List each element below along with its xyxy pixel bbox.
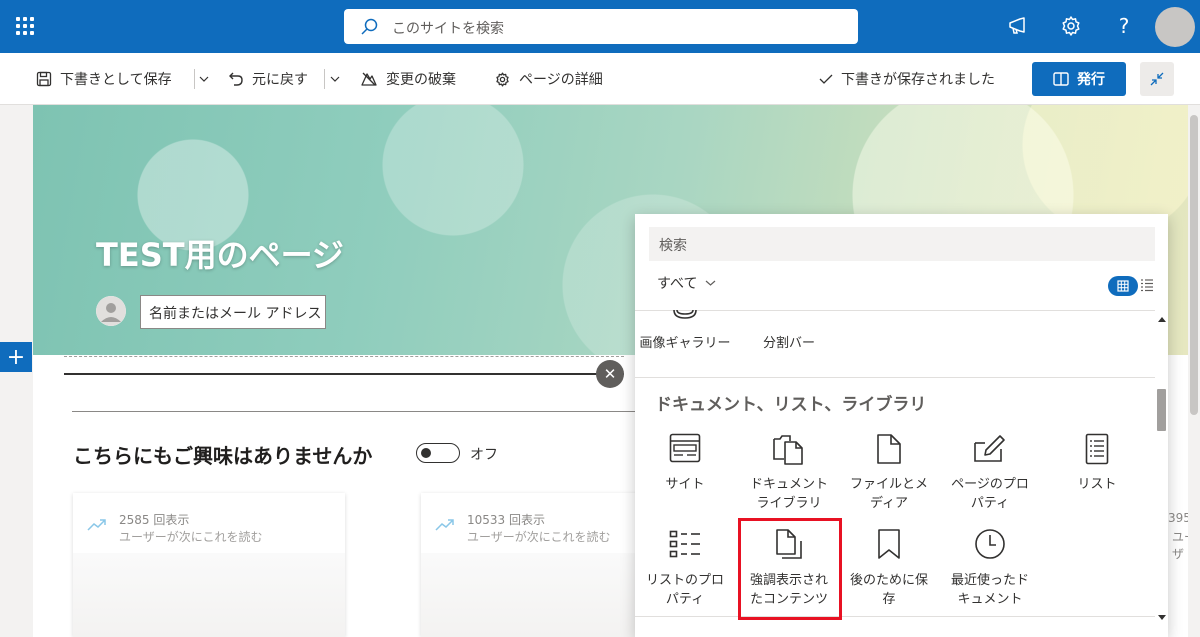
add-section-button[interactable]: + <box>0 342 32 372</box>
toolbox-search-input[interactable]: 検索 <box>649 227 1155 261</box>
card-description: ユーザーが次にこれを読む <box>467 530 611 544</box>
close-toolbox-button[interactable]: ✕ <box>596 360 624 388</box>
site-icon <box>635 433 735 463</box>
divider-line-2 <box>72 411 642 412</box>
page-title[interactable]: TEST用のページ <box>96 230 344 276</box>
web-part-toolbox: 検索 すべて 画像ギャラリー 分割バー ドキュメント、リスト、ライブラリ サイト… <box>635 214 1168 637</box>
chevron-down-icon <box>330 76 340 82</box>
chevron-down-icon <box>706 280 716 286</box>
waffle-icon[interactable] <box>16 17 34 35</box>
collapse-icon <box>1150 72 1164 86</box>
toolbox-section-title: ドキュメント、リスト、ライブラリ <box>655 395 927 415</box>
web-part-page-properties[interactable]: ページのプロパティ <box>940 475 1040 513</box>
discard-icon <box>361 72 377 86</box>
search-icon <box>361 18 378 35</box>
grid-view-toggle[interactable] <box>1108 276 1138 296</box>
save-icon <box>36 71 52 87</box>
trending-icon <box>435 519 454 531</box>
news-card[interactable]: 2585 回表示 ユーザーが次にこれを読む <box>73 493 345 637</box>
web-part-file-and-media[interactable]: ファイルとメディア <box>839 475 939 513</box>
collapse-button[interactable] <box>1140 62 1174 96</box>
file-icon <box>839 433 939 465</box>
discard-changes-button[interactable]: 変更の破棄 <box>360 53 456 105</box>
undo-button[interactable]: 元に戻す <box>228 53 308 105</box>
help-icon[interactable]: ? <box>1112 14 1136 38</box>
web-part-document-library[interactable]: ドキュメントライブラリ <box>739 475 839 513</box>
save-draft-label: 下書きとして保存 <box>60 72 172 88</box>
trending-icon <box>87 519 106 531</box>
page-details-button[interactable]: ページの詳細 <box>494 53 603 105</box>
web-part-divider[interactable]: 分割バー <box>739 334 839 353</box>
author-avatar <box>96 296 126 326</box>
gear-icon <box>496 71 509 87</box>
toolbox-scrollbar[interactable] <box>1155 311 1168 627</box>
web-part-site[interactable]: サイト <box>635 475 735 494</box>
megaphone-icon[interactable] <box>1006 14 1030 38</box>
save-status-text: 下書きが保存されました <box>841 72 995 88</box>
card-description: ユーザーが次にこれを読む <box>119 530 263 544</box>
web-part-image-gallery[interactable]: 画像ギャラリー <box>635 334 735 353</box>
list-view-icon[interactable] <box>1141 278 1153 292</box>
filter-label: すべて <box>657 276 698 292</box>
site-search-box[interactable]: このサイトを検索 <box>344 9 858 44</box>
save-draft-dropdown[interactable] <box>199 53 217 105</box>
web-part-list-properties[interactable]: リストのプロパティ <box>635 571 735 609</box>
section-boundary <box>64 356 624 357</box>
discard-label: 変更の破棄 <box>386 72 456 88</box>
document-library-icon <box>739 433 839 465</box>
gear-icon[interactable] <box>1059 14 1083 38</box>
card-thumbnail <box>73 553 345 637</box>
publish-label: 発行 <box>1077 72 1105 88</box>
scroll-down-icon[interactable] <box>1158 615 1166 620</box>
search-placeholder: このサイトを検索 <box>392 21 504 37</box>
suite-bar: このサイトを検索 ? <box>0 0 1200 53</box>
undo-icon <box>229 72 243 86</box>
image-gallery-icon <box>635 310 735 322</box>
related-section-title: こちらにもご興味はありませんか <box>73 444 373 468</box>
list-icon <box>1047 433 1147 465</box>
publish-button[interactable]: 発行 <box>1032 62 1126 96</box>
save-status: 下書きが保存されました <box>819 53 995 105</box>
page-properties-icon <box>940 433 1040 463</box>
web-part-list[interactable]: リスト <box>1047 475 1147 494</box>
bookmark-icon <box>839 528 939 560</box>
red-highlight-box <box>738 518 842 620</box>
author-input[interactable]: 名前またはメール アドレス <box>140 295 326 329</box>
list-properties-icon <box>635 530 735 558</box>
chevron-down-icon <box>199 76 209 82</box>
grid-view-icon <box>1117 280 1129 292</box>
undo-dropdown[interactable] <box>330 53 348 105</box>
scroll-thumb[interactable] <box>1157 389 1166 431</box>
related-toggle[interactable] <box>416 443 460 463</box>
card-views: 10533 回表示 <box>467 513 545 527</box>
book-icon <box>1053 72 1069 86</box>
card-views: 2585 回表示 <box>119 513 190 527</box>
save-draft-button[interactable]: 下書きとして保存 <box>36 53 172 105</box>
divider-line <box>64 373 624 375</box>
command-bar: 下書きとして保存 元に戻す 変更の破棄 ページの詳細 下書きが保存されました <box>0 53 1200 105</box>
toggle-label: オフ <box>470 447 498 463</box>
web-part-recent-documents[interactable]: 最近使ったドキュメント <box>940 571 1040 609</box>
page-scrollbar[interactable] <box>1188 105 1200 637</box>
clock-icon <box>940 528 1040 560</box>
undo-label: 元に戻す <box>252 72 308 88</box>
toolbox-filter-dropdown[interactable]: すべて <box>657 273 716 293</box>
user-avatar[interactable] <box>1155 7 1195 47</box>
checkmark-icon <box>819 74 833 84</box>
page-details-label: ページの詳細 <box>519 72 603 88</box>
web-part-saved-for-later[interactable]: 後のために保存 <box>839 571 939 609</box>
scroll-up-icon[interactable] <box>1158 317 1166 322</box>
